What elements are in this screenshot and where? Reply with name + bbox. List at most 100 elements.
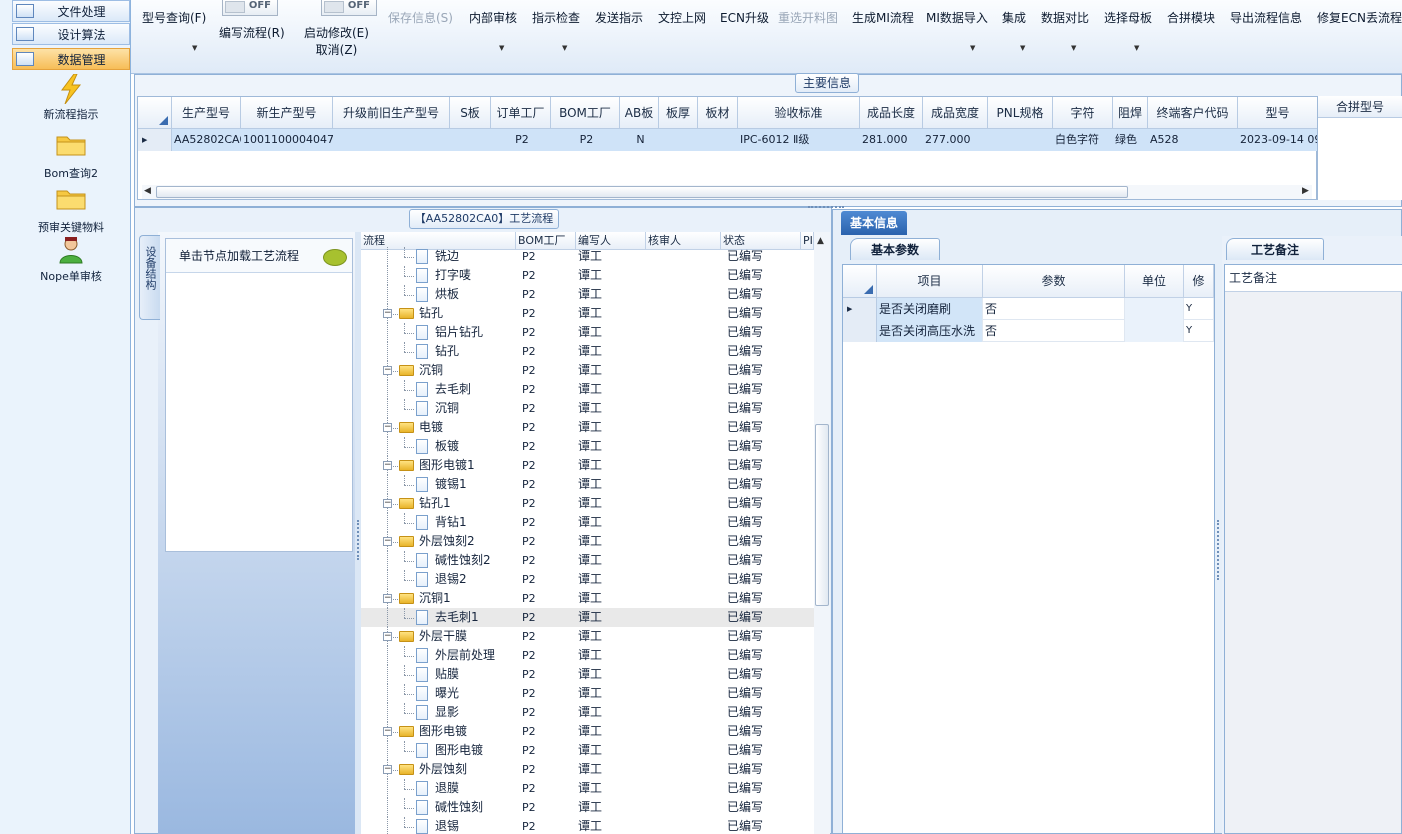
process-tree-row[interactable]: 曝光 P2 谭工 已编写 bbox=[361, 684, 814, 703]
toolbar-button-3[interactable]: 保存信息(S) bbox=[388, 9, 453, 26]
scroll-up-arrow-icon[interactable]: ▲ bbox=[817, 236, 824, 246]
main-col-header[interactable]: 成品长度 bbox=[860, 97, 923, 129]
tree-toggle-icon[interactable]: − bbox=[383, 423, 392, 432]
process-tree-row[interactable]: 退锡2 P2 谭工 已编写 bbox=[361, 570, 814, 589]
main-col-header[interactable]: 板材 bbox=[698, 97, 738, 129]
process-tree-row[interactable]: − 外层蚀刻 P2 谭工 已编写 bbox=[361, 760, 814, 779]
nav-shortcut-2[interactable]: 预审关键物料 bbox=[12, 187, 130, 235]
dropdown-arrow-icon[interactable]: ▼ bbox=[970, 44, 975, 52]
toolbar-button-15[interactable]: 合拼模块 bbox=[1167, 9, 1215, 26]
main-col-header[interactable]: 终端客户代码 bbox=[1148, 97, 1238, 129]
process-tree-row[interactable]: − 外层蚀刻2 P2 谭工 已编写 bbox=[361, 532, 814, 551]
params-corner[interactable] bbox=[843, 265, 877, 298]
nav-item-1[interactable]: 设计算法 bbox=[12, 23, 130, 45]
main-col-header[interactable]: 升级前旧生产型号 bbox=[333, 97, 450, 129]
nav-shortcut-0[interactable]: 新流程指示 bbox=[12, 73, 130, 122]
params-row[interactable]: ▶ 是否关闭磨刷否 Y bbox=[843, 298, 1214, 320]
tab-basic-params[interactable]: 基本参数 bbox=[850, 238, 940, 260]
tab-basic-info[interactable]: 基本信息 bbox=[841, 211, 907, 235]
tree-toggle-icon[interactable]: − bbox=[383, 765, 392, 774]
toolbar-button-9[interactable]: 重选开料图 bbox=[778, 9, 838, 26]
toolbar-button-12[interactable]: 集成 bbox=[1002, 9, 1026, 26]
main-col-header[interactable]: 阻焊 bbox=[1113, 97, 1148, 129]
main-col-header[interactable]: 成品宽度 bbox=[923, 97, 988, 129]
splitter-grip[interactable] bbox=[357, 520, 361, 560]
process-tree-row[interactable]: − 钻孔 P2 谭工 已编写 bbox=[361, 304, 814, 323]
process-tree-row[interactable]: 碱性蚀刻2 P2 谭工 已编写 bbox=[361, 551, 814, 570]
toolbar-button-10[interactable]: 生成MI流程 bbox=[852, 9, 914, 26]
tree-toggle-icon[interactable]: − bbox=[383, 461, 392, 470]
process-tree-row[interactable]: 钻孔 P2 谭工 已编写 bbox=[361, 342, 814, 361]
process-tree-row[interactable]: 去毛刺 P2 谭工 已编写 bbox=[361, 380, 814, 399]
tab-process-notes[interactable]: 工艺备注 bbox=[1226, 238, 1324, 260]
toolbar-button-11[interactable]: MI数据导入 bbox=[926, 9, 988, 26]
splitter-grip[interactable] bbox=[1217, 520, 1221, 580]
process-tree-row[interactable]: 退膜 P2 谭工 已编写 bbox=[361, 779, 814, 798]
params-col-header[interactable]: 参数 bbox=[983, 265, 1125, 298]
nav-shortcut-3[interactable]: Nope单审核 bbox=[12, 236, 130, 284]
main-col-header[interactable]: 验收标准 bbox=[738, 97, 860, 129]
toolbar-button-13[interactable]: 数据对比 bbox=[1041, 9, 1089, 26]
tree-toggle-icon[interactable]: − bbox=[383, 309, 392, 318]
nav-item-2[interactable]: 数据管理 bbox=[12, 48, 130, 70]
tree-toggle-icon[interactable]: − bbox=[383, 499, 392, 508]
dropdown-arrow-icon[interactable]: ▼ bbox=[499, 44, 504, 52]
main-col-header[interactable]: PNL规格 bbox=[988, 97, 1053, 129]
process-tree-row[interactable]: 沉铜 P2 谭工 已编写 bbox=[361, 399, 814, 418]
process-tree-row[interactable]: 外层前处理 P2 谭工 已编写 bbox=[361, 646, 814, 665]
process-tree-row[interactable]: 铝片钻孔 P2 谭工 已编写 bbox=[361, 323, 814, 342]
toolbar-button-5[interactable]: 指示检查 bbox=[532, 9, 580, 26]
structure-side-tab[interactable]: 设备结构 bbox=[139, 235, 160, 320]
process-tree-row[interactable]: 烘板 P2 谭工 已编写 bbox=[361, 285, 814, 304]
process-tree-row[interactable]: − 外层干膜 P2 谭工 已编写 bbox=[361, 627, 814, 646]
dropdown-arrow-icon[interactable]: ▼ bbox=[192, 44, 197, 52]
toolbar-button-8[interactable]: ECN升级 bbox=[720, 9, 769, 26]
dropdown-arrow-icon[interactable]: ▼ bbox=[1020, 44, 1025, 52]
main-grid-hscroll-thumb[interactable] bbox=[156, 186, 1128, 198]
nav-item-0[interactable]: 文件处理 bbox=[12, 0, 130, 22]
dropdown-arrow-icon[interactable]: ▼ bbox=[1071, 44, 1076, 52]
notes-box[interactable]: 工艺备注 bbox=[1224, 264, 1402, 834]
main-col-header[interactable]: 字符 bbox=[1053, 97, 1113, 129]
dropdown-arrow-icon[interactable]: ▼ bbox=[1134, 44, 1139, 52]
params-col-header[interactable]: 单位 bbox=[1125, 265, 1184, 298]
tree-vscroll-thumb[interactable] bbox=[815, 424, 829, 606]
process-tree-row[interactable]: 铣边 P2 谭工 已编写 bbox=[361, 247, 814, 266]
dropdown-arrow-icon[interactable]: ▼ bbox=[562, 44, 567, 52]
main-col-header[interactable]: 板厚 bbox=[659, 97, 698, 129]
process-tree-row[interactable]: 显影 P2 谭工 已编写 bbox=[361, 703, 814, 722]
toolbar-button-7[interactable]: 文控上网 bbox=[658, 9, 706, 26]
toolbar-button-14[interactable]: 选择母板 bbox=[1104, 9, 1152, 26]
toggle-switch[interactable]: OFF bbox=[321, 0, 377, 16]
toolbar-button-17[interactable]: 修复ECN丢流程 bbox=[1317, 9, 1402, 26]
main-col-header[interactable]: AB板 bbox=[620, 97, 659, 129]
main-col-header[interactable]: 生产型号 bbox=[172, 97, 241, 129]
tree-toggle-icon[interactable]: − bbox=[383, 594, 392, 603]
toolbar-button-0[interactable]: 型号查询(F) bbox=[142, 9, 206, 26]
process-tree-row[interactable]: − 沉铜1 P2 谭工 已编写 bbox=[361, 589, 814, 608]
tree-toggle-icon[interactable]: − bbox=[383, 366, 392, 375]
main-col-header[interactable]: 新生产型号 bbox=[241, 97, 333, 129]
params-col-header[interactable]: 修 bbox=[1184, 265, 1214, 298]
toolbar-button-16[interactable]: 导出流程信息 bbox=[1230, 9, 1302, 26]
splitter-grip-horizontal[interactable] bbox=[808, 206, 844, 208]
main-row[interactable]: ▶ AA52802CA0 10011000040478 P2 P2 N IPC-6012 Ⅱ… bbox=[138, 129, 1318, 151]
main-col-header[interactable]: 订单工厂 bbox=[491, 97, 551, 129]
main-col-header[interactable]: BOM工厂 bbox=[551, 97, 620, 129]
grid-corner[interactable] bbox=[138, 97, 172, 129]
params-col-header[interactable]: 项目 bbox=[877, 265, 983, 298]
process-tree-row[interactable]: 碱性蚀刻 P2 谭工 已编写 bbox=[361, 798, 814, 817]
main-col-header[interactable]: S板 bbox=[450, 97, 491, 129]
process-tree-row[interactable]: 图形电镀 P2 谭工 已编写 bbox=[361, 741, 814, 760]
toggle-switch[interactable]: OFF bbox=[222, 0, 278, 16]
toolbar-button-1[interactable]: 编写流程(R) bbox=[219, 24, 285, 41]
tree-toggle-icon[interactable]: − bbox=[383, 632, 392, 641]
scroll-right-arrow-icon[interactable]: ▶ bbox=[1302, 186, 1309, 196]
nav-shortcut-1[interactable]: Bom查询2 bbox=[12, 133, 130, 181]
toolbar-button-4[interactable]: 内部审核 bbox=[469, 9, 517, 26]
params-row[interactable]: 是否关闭高压水洗否 Y bbox=[843, 320, 1214, 342]
process-tree-row[interactable]: − 钻孔1 P2 谭工 已编写 bbox=[361, 494, 814, 513]
toolbar-button-6[interactable]: 发送指示 bbox=[595, 9, 643, 26]
process-tree-row[interactable]: − 沉铜 P2 谭工 已编写 bbox=[361, 361, 814, 380]
process-tree-row[interactable]: 退锡 P2 谭工 已编写 bbox=[361, 817, 814, 834]
